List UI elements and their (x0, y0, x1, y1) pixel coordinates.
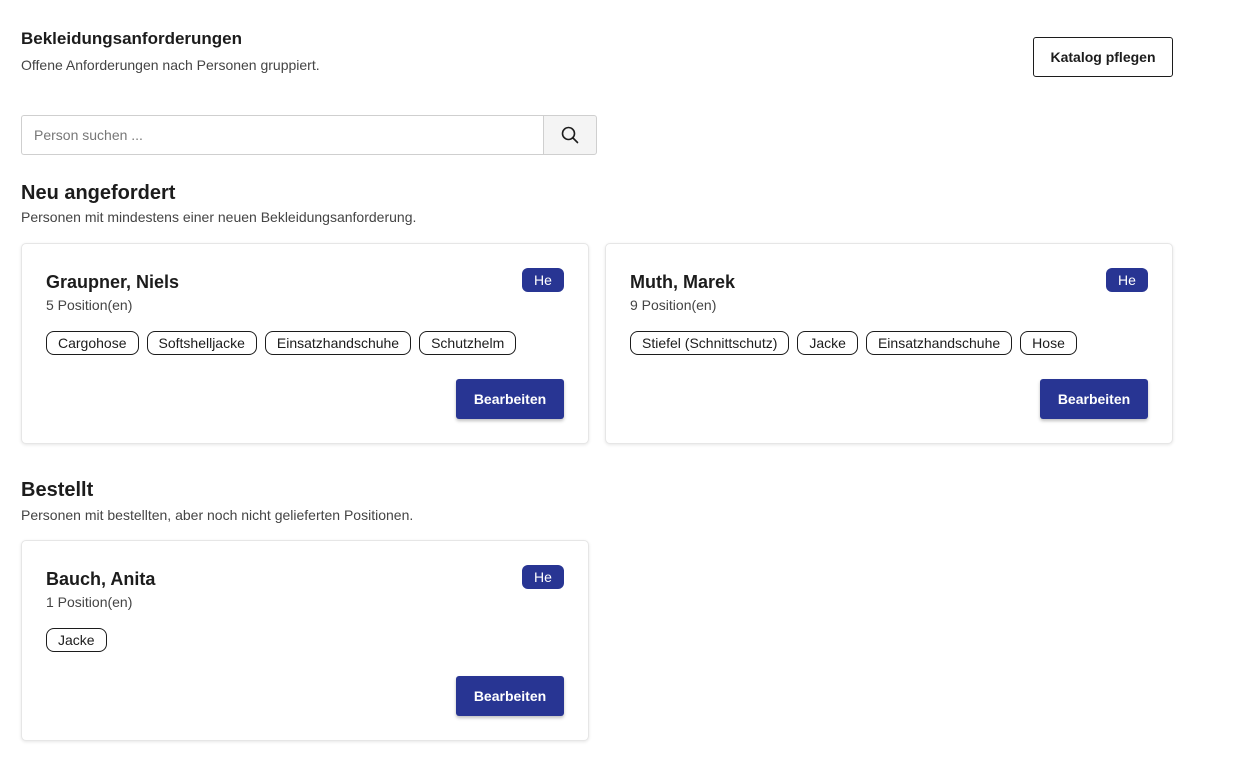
position-count: 5 Position(en) (46, 297, 133, 313)
item-tag: Cargohose (46, 331, 139, 355)
item-tags: Jacke (46, 628, 107, 652)
section-subtitle-new: Personen mit mindestens einer neuen Bekl… (21, 209, 417, 225)
location-badge: He (1106, 268, 1148, 292)
section-subtitle-ordered: Personen mit bestellten, aber noch nicht… (21, 507, 414, 523)
search-input[interactable] (21, 115, 543, 155)
person-card: Muth, Marek 9 Position(en) He Stiefel (S… (605, 243, 1173, 444)
item-tag: Jacke (797, 331, 858, 355)
position-count: 1 Position(en) (46, 594, 133, 610)
location-badge: He (522, 268, 564, 292)
page-subtitle: Offene Anforderungen nach Personen grupp… (21, 57, 320, 73)
person-card: Graupner, Niels 5 Position(en) He Cargoh… (21, 243, 589, 444)
item-tag: Einsatzhandschuhe (264, 331, 412, 355)
section-title-ordered: Bestellt (21, 479, 94, 501)
position-count: 9 Position(en) (630, 297, 717, 313)
item-tag: Jacke (46, 628, 107, 652)
item-tag: Hose (1020, 331, 1077, 355)
search-icon (561, 126, 579, 144)
item-tag: Stiefel (Schnittschutz) (630, 331, 790, 355)
item-tag: Softshelljacke (146, 331, 257, 355)
person-name: Graupner, Niels (46, 272, 180, 292)
person-card: Bauch, Anita 1 Position(en) He Jacke Bea… (21, 540, 589, 741)
item-tags: Cargohose Softshelljacke Einsatzhandschu… (46, 331, 517, 355)
location-badge: He (522, 565, 564, 589)
page-header: Bekleidungsanforderungen Offene Anforder… (21, 28, 320, 74)
section-title-new: Neu angefordert (21, 182, 176, 204)
search-button[interactable] (543, 115, 597, 155)
person-name: Bauch, Anita (46, 569, 156, 589)
item-tag: Schutzhelm (419, 331, 517, 355)
search-bar (21, 115, 597, 155)
item-tag: Einsatzhandschuhe (865, 331, 1013, 355)
page-title: Bekleidungsanforderungen (21, 29, 243, 48)
person-name: Muth, Marek (630, 272, 736, 292)
catalog-button[interactable]: Katalog pflegen (1033, 37, 1173, 77)
edit-button[interactable]: Bearbeiten (456, 379, 564, 419)
item-tags: Stiefel (Schnittschutz) Jacke Einsatzhan… (630, 331, 1077, 355)
edit-button[interactable]: Bearbeiten (456, 676, 564, 716)
edit-button[interactable]: Bearbeiten (1040, 379, 1148, 419)
